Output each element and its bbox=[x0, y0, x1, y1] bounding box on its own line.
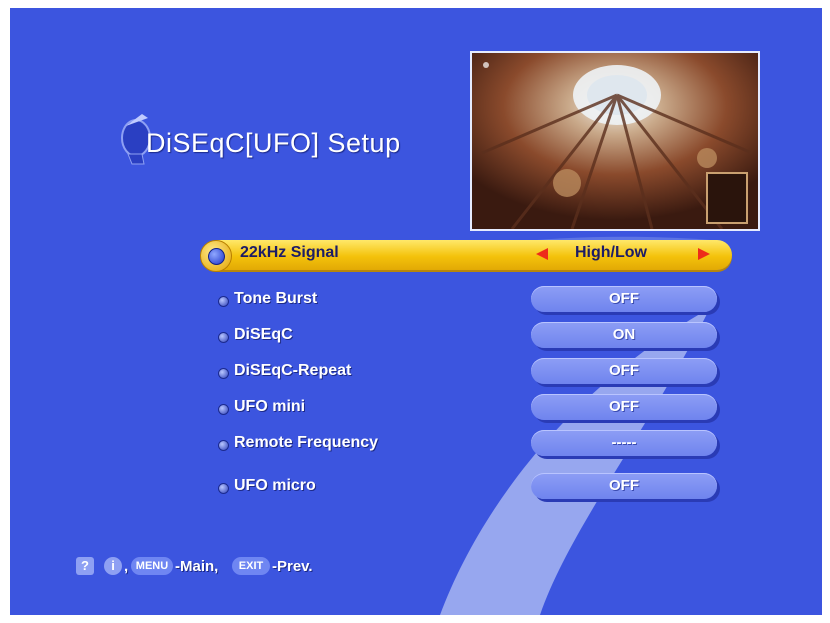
menu-row-value-field[interactable]: ON bbox=[531, 322, 717, 348]
menu-row-label: DiSEqC bbox=[234, 326, 293, 343]
menu-row-diseqc-repeat[interactable]: DiSEqC-Repeat OFF bbox=[200, 355, 740, 391]
selection-knob bbox=[200, 240, 232, 272]
menu-row-label: Remote Frequency bbox=[234, 434, 379, 451]
menu-row-value-field[interactable]: OFF bbox=[531, 473, 717, 499]
menu-row-label: Tone Burst bbox=[234, 290, 318, 307]
menu-row-value: ON bbox=[612, 326, 636, 343]
exit-key[interactable]: EXIT bbox=[232, 557, 270, 575]
menu-row-value-field[interactable]: OFF bbox=[531, 394, 717, 420]
menu-row-ufo-micro[interactable]: UFO micro OFF bbox=[200, 470, 740, 506]
menu-row-label: 22kHz Signal bbox=[240, 244, 339, 261]
bullet-icon bbox=[218, 368, 229, 379]
menu-row-ufo-mini[interactable]: UFO mini OFF bbox=[200, 391, 740, 427]
arrow-left-icon[interactable] bbox=[536, 248, 548, 260]
video-preview bbox=[470, 51, 760, 231]
footer-separator: , bbox=[124, 558, 129, 575]
menu-row-label: UFO mini bbox=[234, 398, 306, 415]
menu-row-label: DiSEqC-Repeat bbox=[234, 362, 352, 379]
bullet-icon bbox=[218, 332, 229, 343]
preview-image bbox=[472, 53, 758, 229]
menu-row-tone-burst[interactable]: Tone Burst OFF bbox=[200, 283, 740, 319]
menu-key[interactable]: MENU bbox=[131, 557, 173, 575]
info-icon[interactable]: i bbox=[104, 557, 122, 575]
menu-row-value: ----- bbox=[611, 434, 637, 451]
menu-row-remote-frequency[interactable]: Remote Frequency ----- bbox=[200, 427, 740, 463]
bullet-icon bbox=[218, 440, 229, 451]
menu-row-value[interactable]: High/Low bbox=[575, 244, 647, 262]
page-title: DiSEqC[UFO] Setup bbox=[146, 128, 401, 158]
bullet-icon bbox=[218, 296, 229, 307]
exit-key-label: -Prev. bbox=[272, 558, 313, 575]
menu-row-label: UFO micro bbox=[234, 477, 316, 494]
help-icon[interactable]: ? bbox=[76, 557, 94, 575]
menu-row-diseqc[interactable]: DiSEqC ON bbox=[200, 319, 740, 355]
menu-row-value-field[interactable]: OFF bbox=[531, 286, 717, 312]
menu-row-22khz-signal[interactable]: 22kHz Signal High/Low bbox=[200, 236, 740, 272]
menu-key-label: -Main, bbox=[175, 558, 219, 575]
menu-row-value: OFF bbox=[609, 362, 639, 379]
tv-screen: DiSEqC[UFO] Setup 22kHz Signal High/Low … bbox=[10, 8, 822, 615]
bullet-icon bbox=[218, 404, 229, 415]
menu-row-value-field[interactable]: ----- bbox=[531, 430, 717, 456]
menu-row-value-field[interactable]: OFF bbox=[531, 358, 717, 384]
menu-row-value: OFF bbox=[609, 290, 639, 307]
bullet-icon bbox=[218, 483, 229, 494]
menu-row-value: OFF bbox=[609, 477, 639, 494]
menu-row-value: OFF bbox=[609, 398, 639, 415]
arrow-right-icon[interactable] bbox=[698, 248, 710, 260]
